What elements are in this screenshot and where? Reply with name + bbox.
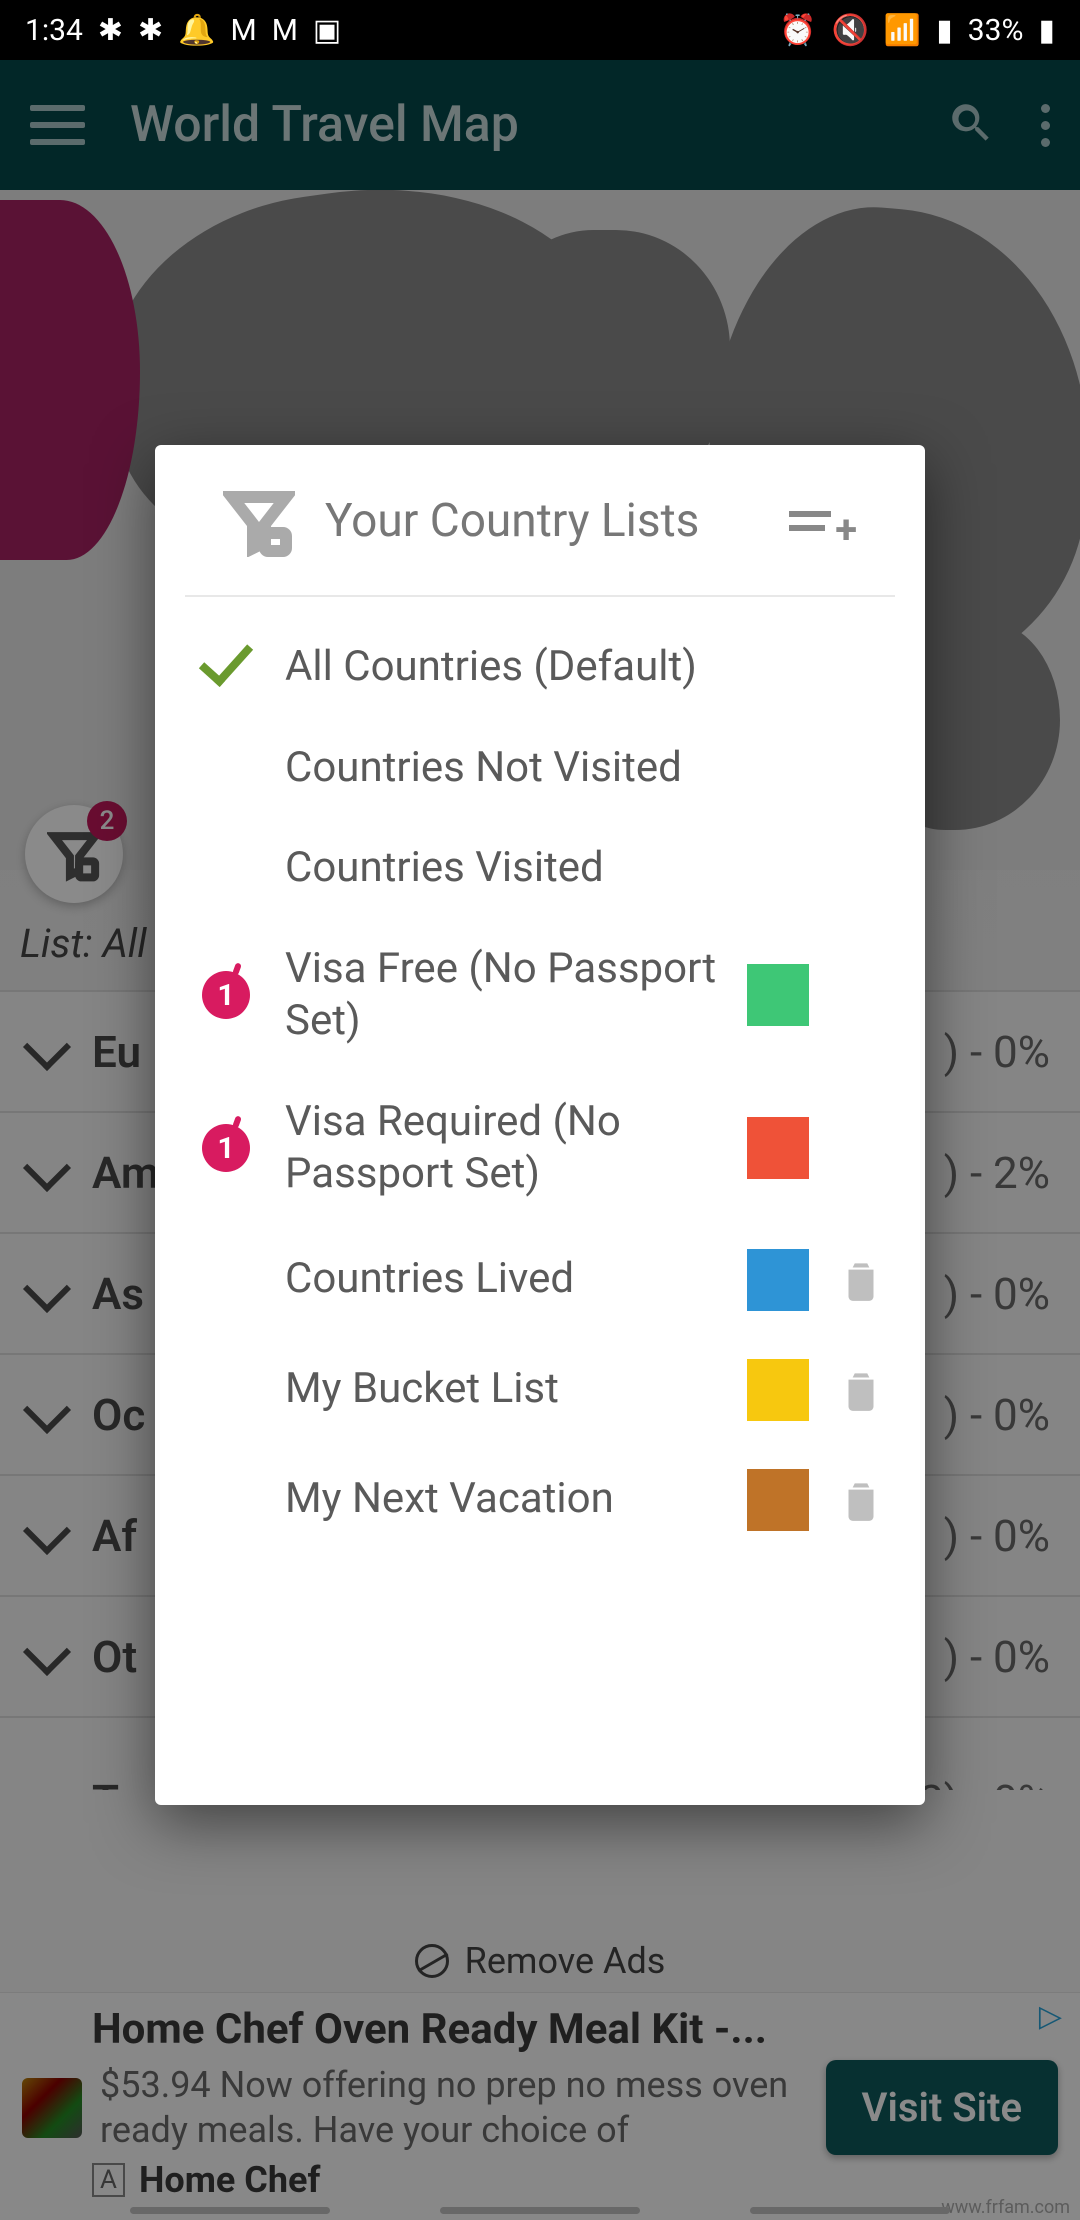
image-icon: ▣ (313, 13, 341, 48)
color-swatch (747, 1117, 809, 1179)
list-item-label: Countries Not Visited (285, 742, 729, 795)
check-icon (199, 631, 253, 687)
battery-icon: ▮ (1038, 13, 1055, 48)
list-item-countries-lived[interactable]: Countries Lived (191, 1225, 889, 1335)
filter-icon (223, 485, 295, 557)
list-item-label: My Next Vacation (285, 1473, 723, 1526)
slack-icon: ✱ (98, 13, 123, 48)
list-item-label: Visa Required (No Passport Set) (285, 1096, 723, 1201)
list-item-visa-required[interactable]: 1 Visa Required (No Passport Set) (191, 1072, 889, 1225)
list-item-label: My Bucket List (285, 1363, 723, 1416)
mute-icon: 🔇 (832, 13, 869, 48)
list-item-label: All Countries (Default) (285, 641, 729, 694)
status-battery: 33% (968, 13, 1024, 48)
list-item-label: Countries Lived (285, 1253, 723, 1306)
list-item-bucket-list[interactable]: My Bucket List (191, 1335, 889, 1445)
statusbar: 1:34 ✱ ✱ 🔔 M M ▣ ⏰ 🔇 📶 ▮ 33% ▮ (0, 0, 1080, 60)
color-swatch (747, 1469, 809, 1531)
list-item-all-countries[interactable]: All Countries (Default) (191, 617, 889, 718)
signal-icon: ▮ (936, 13, 953, 48)
alarm-icon: ⏰ (779, 13, 816, 48)
bell-icon: 🔔 (178, 13, 215, 48)
delete-icon[interactable] (833, 1472, 889, 1528)
delete-icon[interactable] (833, 1252, 889, 1308)
color-swatch (747, 964, 809, 1026)
color-swatch (747, 1249, 809, 1311)
slack-icon: ✱ (138, 13, 163, 48)
list-item-label: Countries Visited (285, 842, 729, 895)
list-item-visited[interactable]: Countries Visited (191, 818, 889, 919)
warning-badge: 1 (202, 971, 250, 1019)
add-list-icon[interactable]: + (789, 500, 857, 542)
wifi-icon: 📶 (884, 13, 921, 48)
list-item-not-visited[interactable]: Countries Not Visited (191, 718, 889, 819)
delete-icon[interactable] (833, 1362, 889, 1418)
list-item-label: Visa Free (No Passport Set) (285, 943, 723, 1048)
list-item-visa-free[interactable]: 1 Visa Free (No Passport Set) (191, 919, 889, 1072)
gmail-icon: M (272, 13, 298, 48)
color-swatch (747, 1359, 809, 1421)
status-time: 1:34 (25, 13, 83, 48)
list-item-next-vacation[interactable]: My Next Vacation (191, 1445, 889, 1555)
gmail-icon: M (231, 13, 257, 48)
modal-title: Your Country Lists (325, 494, 759, 548)
country-lists-modal: Your Country Lists + All Countries (Defa… (155, 445, 925, 1805)
warning-badge: 1 (202, 1124, 250, 1172)
